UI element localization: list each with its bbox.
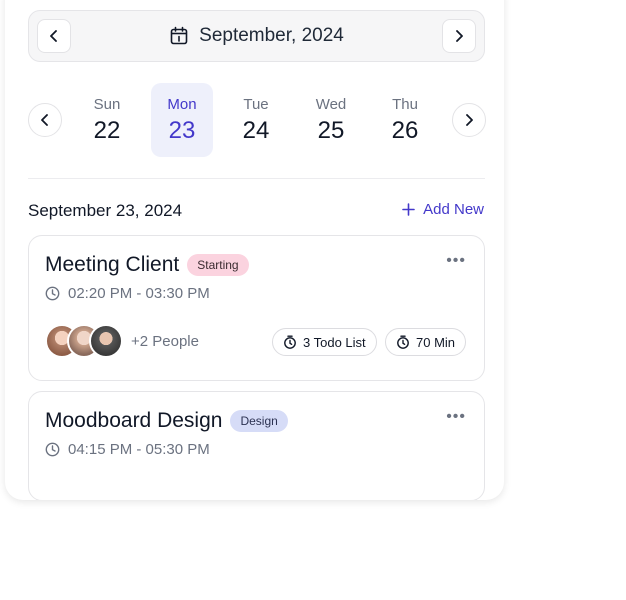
- day-name: Mon: [167, 95, 197, 113]
- more-options-icon[interactable]: •••: [446, 408, 466, 426]
- status-badge: Starting: [187, 254, 249, 276]
- event-title-row: Moodboard Design Design: [45, 409, 288, 433]
- day-thu[interactable]: Thu 26: [374, 83, 436, 157]
- day-name: Wed: [315, 95, 347, 113]
- chevron-left-icon: [41, 114, 48, 126]
- calendar-icon: [170, 26, 188, 45]
- avatar: [89, 324, 123, 358]
- more-options-icon[interactable]: •••: [446, 252, 466, 270]
- prev-days-button[interactable]: [28, 103, 62, 137]
- attendees[interactable]: +2 People: [45, 324, 199, 358]
- day-name: Sun: [93, 95, 121, 113]
- todo-list-chip[interactable]: 3 Todo List: [272, 328, 377, 356]
- day-wed[interactable]: Wed 25: [300, 83, 362, 157]
- day-number: 23: [168, 116, 196, 144]
- add-new-button[interactable]: Add New: [402, 201, 484, 218]
- next-month-button[interactable]: [442, 19, 476, 53]
- event-card[interactable]: Moodboard Design Design ••• 04:15 PM - 0…: [28, 391, 485, 500]
- clock-icon: [45, 286, 60, 301]
- duration-text: 70 Min: [416, 334, 456, 350]
- divider: [28, 178, 485, 179]
- schedule-panel: September, 2024 Sun 22 Mon 23 Tue 24 Wed…: [5, 0, 504, 500]
- day-name: Thu: [392, 95, 418, 113]
- event-card[interactable]: Meeting Client Starting ••• 02:20 PM - 0…: [28, 235, 485, 381]
- timer-icon: [397, 335, 409, 349]
- more-people-text: +2 People: [131, 332, 199, 350]
- event-time: 02:20 PM - 03:30 PM: [45, 285, 210, 302]
- chevron-right-icon: [456, 30, 463, 42]
- event-title: Meeting Client: [45, 253, 180, 276]
- event-title-row: Meeting Client Starting: [45, 253, 249, 277]
- day-mon-selected[interactable]: Mon 23: [151, 83, 213, 157]
- day-number: 26: [391, 116, 419, 144]
- event-time-text: 04:15 PM - 05:30 PM: [68, 441, 210, 458]
- day-number: 24: [242, 116, 270, 144]
- day-name: Tue: [243, 95, 269, 113]
- chevron-right-icon: [466, 114, 473, 126]
- event-time: 04:15 PM - 05:30 PM: [45, 441, 210, 458]
- selected-date-heading: September 23, 2024: [28, 201, 183, 220]
- day-number: 22: [93, 116, 121, 144]
- day-tue[interactable]: Tue 24: [225, 83, 287, 157]
- plus-icon: [402, 203, 415, 216]
- clock-icon: [45, 442, 60, 457]
- todo-list-text: 3 Todo List: [303, 334, 366, 350]
- month-title: September, 2024: [29, 11, 484, 61]
- event-time-text: 02:20 PM - 03:30 PM: [68, 285, 210, 302]
- event-title: Moodboard Design: [45, 409, 223, 432]
- timer-icon: [284, 335, 296, 349]
- month-selector: September, 2024: [28, 10, 485, 62]
- month-title-text: September, 2024: [199, 25, 344, 46]
- category-badge: Design: [230, 410, 288, 432]
- duration-chip[interactable]: 70 Min: [385, 328, 467, 356]
- day-sun[interactable]: Sun 22: [76, 83, 138, 157]
- day-number: 25: [317, 116, 345, 144]
- next-days-button[interactable]: [452, 103, 486, 137]
- add-new-label: Add New: [423, 201, 484, 218]
